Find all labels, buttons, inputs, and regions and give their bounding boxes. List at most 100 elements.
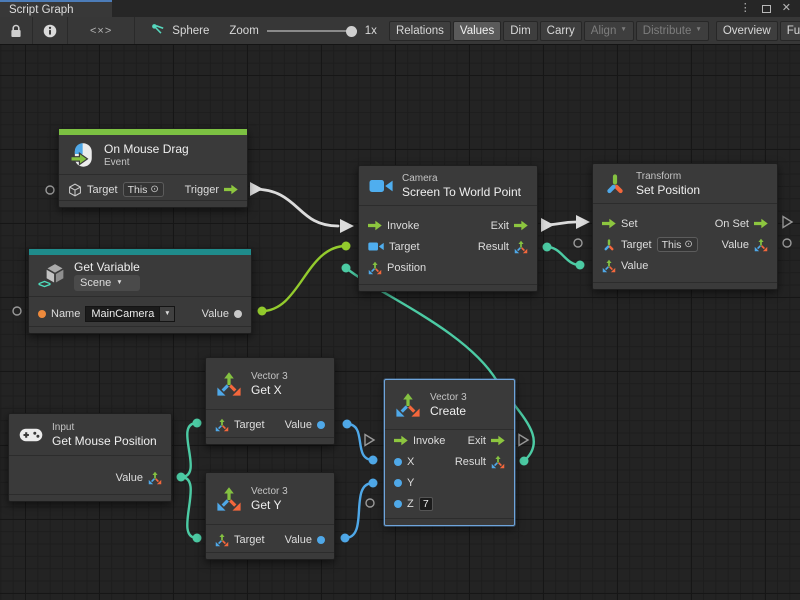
transform-icon bbox=[603, 172, 627, 196]
node-category: Vector 3 bbox=[251, 371, 288, 382]
vector3-icon bbox=[216, 486, 242, 512]
value-output-label: Value bbox=[722, 239, 749, 251]
port-row: Set On Set bbox=[593, 213, 777, 234]
scene-variable-icon: <> bbox=[39, 263, 65, 289]
value-input-label: Value bbox=[621, 260, 648, 272]
wire-variable-to-camera-target[interactable] bbox=[258, 242, 351, 316]
dropdown-button[interactable]: ▼ bbox=[160, 306, 175, 322]
vector3-port-icon[interactable] bbox=[148, 471, 162, 485]
float-input-dot[interactable] bbox=[394, 479, 402, 487]
zoom-slider-track bbox=[267, 30, 357, 32]
vector3-port-icon[interactable] bbox=[215, 533, 229, 547]
node-footer bbox=[385, 518, 514, 525]
wire-mouse-position-to-get-y[interactable] bbox=[181, 477, 202, 543]
control-output-arrow-icon[interactable] bbox=[224, 184, 238, 195]
maximize-icon[interactable] bbox=[762, 5, 771, 13]
node-category: Camera bbox=[402, 173, 521, 184]
lock-button[interactable] bbox=[0, 17, 33, 44]
control-input-arrow-icon[interactable] bbox=[394, 435, 408, 446]
zoom-label: Zoom bbox=[229, 25, 258, 37]
object-output-dot[interactable] bbox=[234, 310, 242, 318]
distribute-button[interactable]: Distribute▼ bbox=[636, 21, 709, 41]
zoom-slider-handle[interactable] bbox=[346, 26, 357, 37]
node-footer bbox=[29, 326, 251, 333]
camera-port-icon[interactable] bbox=[368, 241, 384, 252]
control-input-arrow-icon[interactable] bbox=[602, 218, 616, 229]
this-target-chip[interactable]: This⊙ bbox=[123, 182, 164, 197]
relations-button[interactable]: Relations bbox=[389, 21, 451, 41]
node-get-mouse-position[interactable]: Input Get Mouse Position Value bbox=[8, 413, 172, 502]
node-category: Input bbox=[52, 422, 157, 433]
vector3-port-icon[interactable] bbox=[514, 240, 528, 254]
vector3-port-icon[interactable] bbox=[215, 418, 229, 432]
node-header: Transform Set Position bbox=[593, 164, 777, 204]
node-category: Vector 3 bbox=[430, 392, 467, 403]
float-input-dot[interactable] bbox=[394, 500, 402, 508]
float-input-dot[interactable] bbox=[394, 458, 402, 466]
gameobject-cube-icon bbox=[68, 183, 82, 197]
z-value-field[interactable]: 7 bbox=[419, 497, 433, 511]
node-title: Get Mouse Position bbox=[52, 434, 157, 448]
node-footer bbox=[59, 200, 247, 207]
tab-script-graph[interactable]: Script Graph bbox=[0, 0, 112, 17]
full-screen-button[interactable]: Full Screen bbox=[780, 21, 800, 41]
this-target-chip[interactable]: This⊙ bbox=[657, 237, 698, 252]
node-header: Vector 3 Get X bbox=[206, 358, 334, 410]
zoom-slider[interactable] bbox=[267, 24, 357, 38]
float-output-dot[interactable] bbox=[317, 421, 325, 429]
variable-name-dropdown[interactable]: MainCamera ▼ bbox=[85, 306, 175, 322]
info-button[interactable] bbox=[33, 17, 68, 44]
close-icon[interactable]: ✕ bbox=[782, 3, 791, 14]
value-port-label: Value bbox=[285, 419, 312, 431]
variable-scope-dropdown[interactable]: Scene▼ bbox=[74, 275, 140, 291]
node-get-variable[interactable]: <> Get Variable Scene▼ Name MainCamera ▼… bbox=[28, 248, 252, 334]
result-port-label: Result bbox=[478, 241, 509, 253]
align-button[interactable]: Align▼ bbox=[584, 21, 634, 41]
control-output-arrow-icon[interactable] bbox=[491, 435, 505, 446]
port-row: Value bbox=[9, 467, 171, 488]
float-output-dot[interactable] bbox=[317, 536, 325, 544]
control-output-arrow-icon[interactable] bbox=[754, 218, 768, 229]
node-title: Create bbox=[430, 404, 467, 418]
node-footer bbox=[206, 552, 334, 559]
node-set-position[interactable]: Transform Set Position Set On Set Target… bbox=[592, 163, 778, 290]
node-title: Screen To World Point bbox=[402, 185, 521, 199]
title-bar: Script Graph ⋮ ✕ bbox=[0, 0, 800, 17]
node-get-x[interactable]: Vector 3 Get X Target Value bbox=[205, 357, 335, 445]
graph-owner-breadcrumb[interactable]: Sphere bbox=[135, 23, 219, 38]
port-row: Target Result bbox=[359, 236, 537, 257]
position-port-label: Position bbox=[387, 262, 426, 274]
transform-port-icon[interactable] bbox=[602, 238, 616, 252]
control-output-arrow-icon[interactable] bbox=[514, 220, 528, 231]
node-create-vector3[interactable]: Vector 3 Create Invoke Exit X Result bbox=[384, 379, 515, 526]
node-footer bbox=[206, 437, 334, 444]
vector3-port-icon[interactable] bbox=[368, 261, 382, 275]
overview-button[interactable]: Overview bbox=[716, 21, 778, 41]
node-title: Get Variable bbox=[74, 260, 140, 274]
vector3-port-icon[interactable] bbox=[754, 238, 768, 252]
wire-get-x-to-create-x[interactable] bbox=[343, 420, 378, 465]
port-create-invoke bbox=[365, 435, 374, 446]
control-input-arrow-icon[interactable] bbox=[368, 220, 382, 231]
code-view-button[interactable]: <×> bbox=[68, 17, 135, 44]
values-button[interactable]: Values bbox=[453, 21, 501, 41]
graph-owner-label: Sphere bbox=[172, 25, 209, 37]
kebab-menu-icon[interactable]: ⋮ bbox=[740, 3, 751, 14]
port-row: Y bbox=[385, 472, 514, 493]
wire-trigger-to-invoke[interactable] bbox=[250, 182, 354, 233]
wire-mouse-position-to-get-x[interactable] bbox=[177, 419, 202, 482]
vector3-port-icon[interactable] bbox=[602, 259, 616, 273]
window-buttons: ⋮ ✕ bbox=[740, 0, 800, 17]
node-on-mouse-drag[interactable]: On Mouse Drag Event Target This⊙ Trigger bbox=[58, 128, 248, 208]
node-title: On Mouse Drag bbox=[104, 142, 189, 156]
string-port-dot[interactable] bbox=[38, 310, 46, 318]
node-footer bbox=[593, 282, 777, 289]
chevron-down-icon: ▼ bbox=[620, 27, 626, 34]
vector3-port-icon[interactable] bbox=[491, 455, 505, 469]
carry-button[interactable]: Carry bbox=[540, 21, 582, 41]
wire-exit-to-set[interactable] bbox=[541, 215, 590, 232]
node-screen-to-world-point[interactable]: Camera Screen To World Point Invoke Exit… bbox=[358, 165, 538, 292]
node-get-y[interactable]: Vector 3 Get Y Target Value bbox=[205, 472, 335, 560]
dim-button[interactable]: Dim bbox=[503, 21, 537, 41]
wire-get-y-to-create-y[interactable] bbox=[341, 479, 378, 543]
